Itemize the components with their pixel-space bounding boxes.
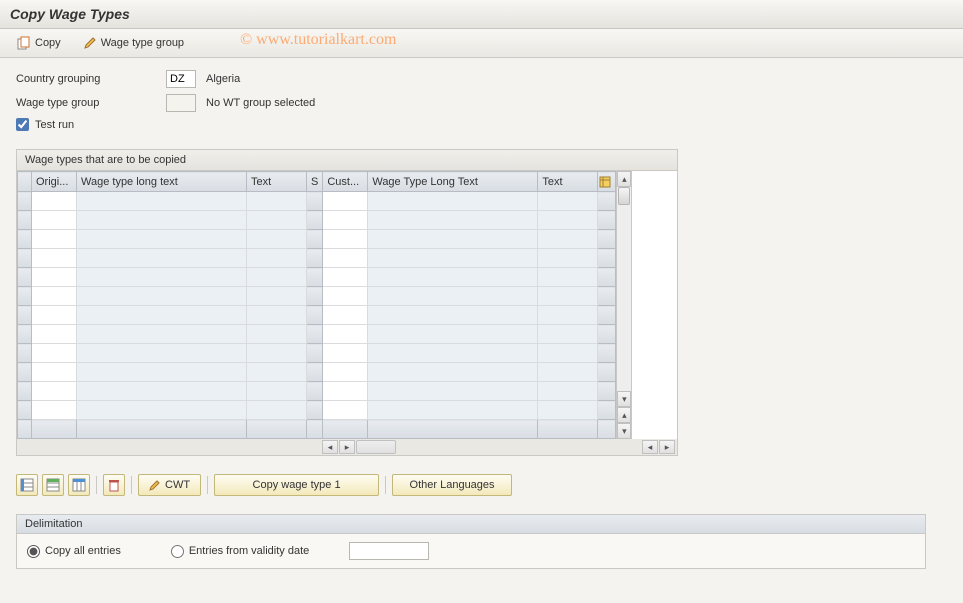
entries-from-radio[interactable] [171, 545, 184, 558]
scroll-up-button[interactable]: ▴ [617, 171, 631, 187]
hscroll-right-button[interactable]: ▸ [339, 440, 355, 454]
table-row[interactable] [18, 192, 616, 211]
wage-type-group-text: No WT group selected [206, 97, 315, 109]
table-row[interactable] [18, 287, 616, 306]
country-grouping-label: Country grouping [16, 73, 166, 85]
copy-label: Copy [35, 37, 61, 49]
hscroll-left-button2[interactable]: ◂ [642, 440, 658, 454]
col-long-text2[interactable]: Wage Type Long Text [368, 172, 538, 192]
toolbar: Copy Wage type group © www.tutorialkart.… [0, 29, 963, 58]
table-row[interactable] [18, 249, 616, 268]
other-langs-label: Other Languages [410, 479, 495, 491]
cwt-button[interactable]: CWT [138, 474, 201, 496]
table-row[interactable] [18, 211, 616, 230]
country-grouping-row: Country grouping Algeria [16, 70, 947, 88]
test-run-checkbox[interactable] [16, 118, 29, 131]
table-row[interactable] [18, 363, 616, 382]
divider [96, 476, 97, 494]
table-row[interactable] [18, 344, 616, 363]
table-row[interactable] [18, 325, 616, 344]
wage-type-group-input[interactable] [166, 94, 196, 112]
delimitation-panel: Delimitation Copy all entries Entries fr… [16, 514, 926, 569]
col-long-text1[interactable]: Wage type long text [77, 172, 247, 192]
wage-types-panel: Wage types that are to be copied Origi..… [16, 149, 678, 456]
wage-type-group-row: Wage type group No WT group selected [16, 94, 947, 112]
table-row[interactable] [18, 401, 616, 420]
copy-button[interactable]: Copy [10, 33, 68, 53]
button-grid2[interactable] [42, 474, 64, 496]
horizontal-scroll-row: ◂ ▸ ◂ ▸ [17, 439, 677, 455]
copy-all-radio[interactable] [27, 545, 40, 558]
divider [131, 476, 132, 494]
table-row[interactable] [18, 306, 616, 325]
country-grouping-input[interactable] [166, 70, 196, 88]
scroll-down-button2[interactable]: ▾ [617, 423, 631, 439]
col-text1[interactable]: Text [247, 172, 307, 192]
scroll-thumb[interactable] [618, 187, 630, 205]
hscroll-right-button2[interactable]: ▸ [659, 440, 675, 454]
hscroll-track[interactable] [356, 440, 396, 454]
country-grouping-text: Algeria [206, 73, 240, 85]
wage-types-table: Origi... Wage type long text Text S Cust… [17, 171, 616, 439]
col-origi[interactable]: Origi... [32, 172, 77, 192]
cwt-label: CWT [165, 479, 190, 491]
col-config[interactable] [598, 172, 616, 192]
table-row[interactable] [18, 268, 616, 287]
entries-from-radio-label[interactable]: Entries from validity date [171, 545, 309, 558]
test-run-label: Test run [35, 119, 74, 131]
vertical-scrollbar[interactable]: ▴ ▾ ▴ ▾ [616, 171, 632, 439]
delimitation-header: Delimitation [17, 515, 925, 534]
wage-type-group-button[interactable]: Wage type group [76, 33, 191, 53]
button-grid1[interactable] [16, 474, 38, 496]
copy-wage-type-1-button[interactable]: Copy wage type 1 [214, 474, 379, 496]
col-cust[interactable]: Cust... [323, 172, 368, 192]
button-delete[interactable] [103, 474, 125, 496]
button-grid3[interactable] [68, 474, 90, 496]
wage-types-panel-header: Wage types that are to be copied [17, 150, 677, 171]
wage-type-group-label: Wage type group [16, 97, 166, 109]
table-row[interactable] [18, 382, 616, 401]
pencil-icon [83, 36, 97, 50]
copy-all-text: Copy all entries [45, 545, 121, 557]
wage-group-label: Wage type group [101, 37, 184, 49]
page-title: Copy Wage Types [0, 0, 963, 29]
scroll-up-button2[interactable]: ▴ [617, 407, 631, 423]
copy-all-radio-label[interactable]: Copy all entries [27, 545, 121, 558]
hscroll-left-button[interactable]: ◂ [322, 440, 338, 454]
content-area: Country grouping Algeria Wage type group… [0, 58, 963, 581]
divider [385, 476, 386, 494]
col-text2[interactable]: Text [538, 172, 598, 192]
col-s[interactable]: S [307, 172, 323, 192]
button-row: CWT Copy wage type 1 Other Languages [16, 474, 947, 496]
entries-from-text: Entries from validity date [189, 545, 309, 557]
table-body [18, 192, 616, 439]
other-languages-button[interactable]: Other Languages [392, 474, 512, 496]
pencil-icon [149, 479, 161, 491]
scroll-down-button[interactable]: ▾ [617, 391, 631, 407]
validity-date-input[interactable] [349, 542, 429, 560]
copy-icon [17, 36, 31, 50]
table-row[interactable] [18, 230, 616, 249]
copy-wt1-label: Copy wage type 1 [253, 479, 341, 491]
table-footer-row [18, 420, 616, 439]
test-run-row: Test run [16, 118, 947, 131]
watermark: © www.tutorialkart.com [240, 31, 396, 49]
divider [207, 476, 208, 494]
